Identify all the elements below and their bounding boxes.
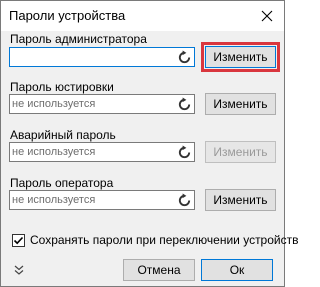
reset-icon — [178, 144, 191, 158]
adjustment-password-value: не используется — [12, 98, 96, 110]
adjustment-password-field[interactable]: не используется — [9, 94, 195, 114]
reset-icon — [178, 49, 191, 63]
admin-password-reset-button[interactable] — [176, 49, 193, 65]
emergency-password-change-button[interactable]: Изменить — [205, 141, 276, 163]
adjustment-password-label: Пароль юстировки — [10, 80, 114, 94]
expand-chevrons-icon — [14, 265, 24, 275]
adjustment-password-reset-button[interactable] — [176, 96, 193, 112]
checkmark-icon — [13, 236, 24, 244]
admin-password-change-button[interactable]: Изменить — [201, 42, 280, 72]
operator-password-value: не используется — [12, 194, 96, 206]
device-passwords-dialog: Пароли устройства Пароль администратора … — [0, 0, 298, 287]
title-bar: Пароли устройства — [1, 1, 284, 31]
adjustment-password-change-button[interactable]: Изменить — [205, 93, 276, 115]
operator-password-field[interactable]: не используется — [9, 190, 195, 210]
window-title: Пароли устройства — [9, 8, 126, 23]
close-icon — [261, 10, 273, 22]
admin-password-label: Пароль администратора — [10, 32, 147, 46]
save-passwords-label: Сохранять пароли при переключении устрой… — [30, 233, 299, 247]
cancel-button[interactable]: Отмена — [123, 259, 195, 281]
operator-password-change-button[interactable]: Изменить — [205, 189, 276, 211]
expand-button[interactable] — [12, 263, 26, 277]
ok-button[interactable]: Ок — [201, 259, 273, 281]
close-button[interactable] — [256, 5, 278, 27]
save-passwords-option[interactable]: Сохранять пароли при переключении устрой… — [12, 233, 298, 247]
save-passwords-checkbox[interactable] — [12, 233, 25, 247]
reset-icon — [178, 96, 191, 110]
operator-password-reset-button[interactable] — [176, 192, 193, 208]
emergency-password-reset-button[interactable] — [176, 144, 193, 160]
emergency-password-field[interactable]: не используется — [9, 142, 195, 162]
emergency-password-value: не используется — [12, 146, 96, 158]
reset-icon — [178, 192, 191, 206]
emergency-password-label: Аварийный пароль — [10, 128, 116, 142]
admin-password-field[interactable] — [9, 47, 195, 67]
operator-password-label: Пароль оператора — [10, 176, 114, 190]
